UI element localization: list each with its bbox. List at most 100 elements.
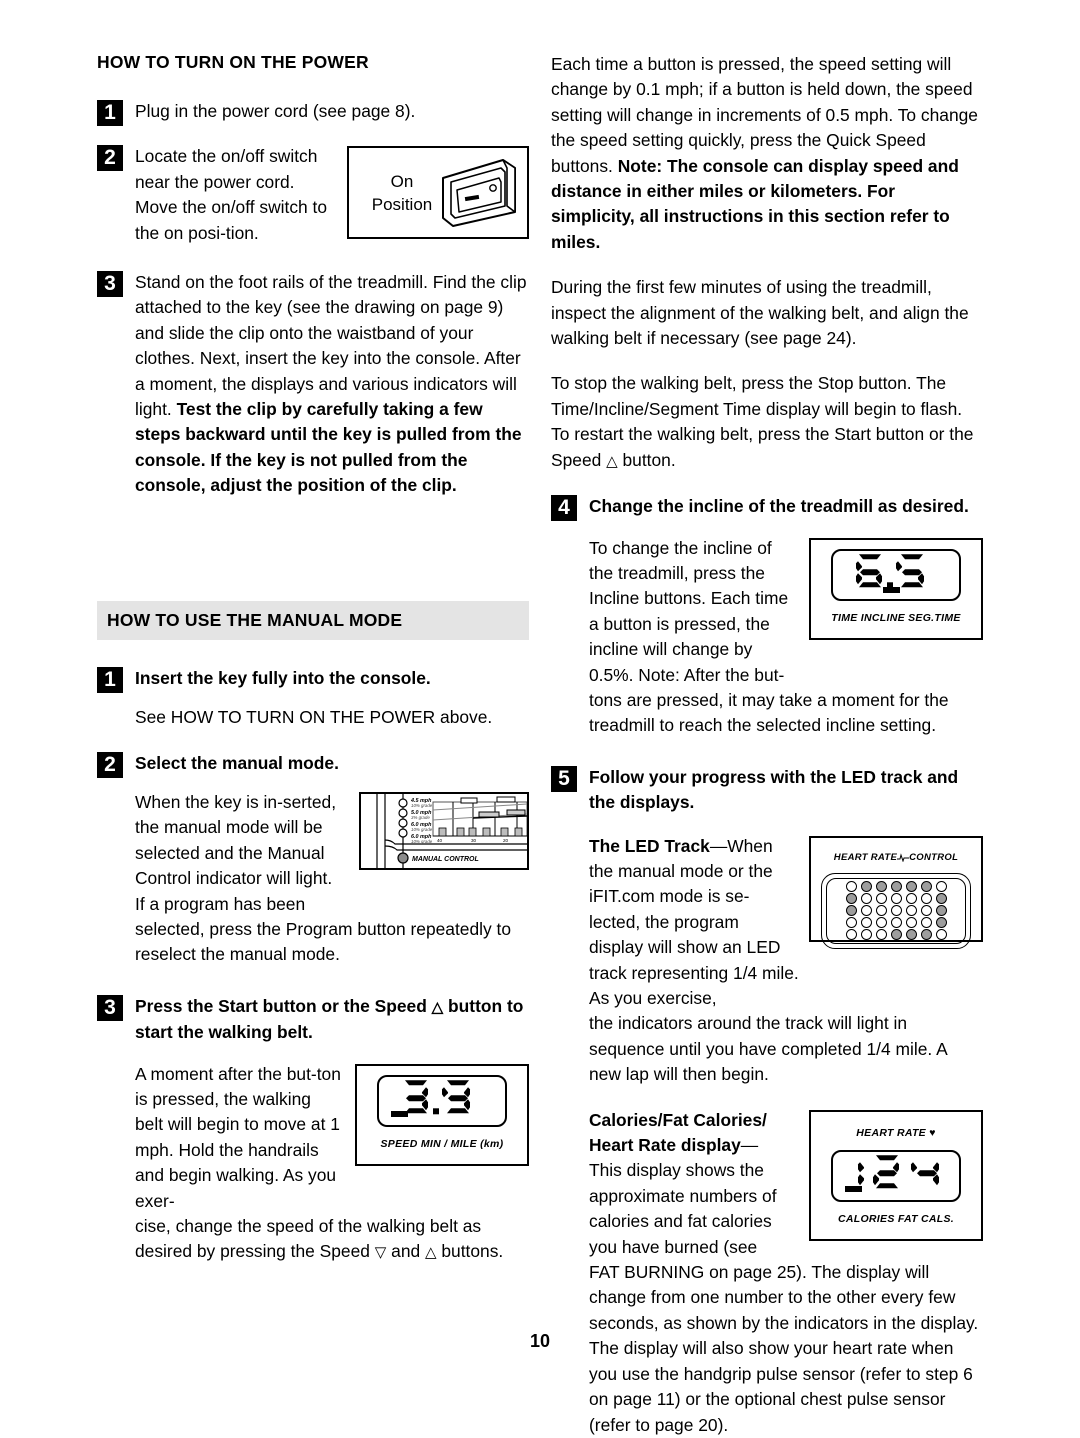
led-dot-on [845, 893, 857, 905]
step-heading: Select the manual mode. [135, 752, 339, 773]
calorie-bold-lead-line2: Heart Rate display [589, 1135, 741, 1156]
led-dot-off [875, 917, 887, 929]
step-text-wrap: A moment after the but-ton is pressed, t… [135, 1063, 341, 1211]
led-dot-on [905, 881, 917, 893]
step-heading: Press the Start button or the Speed △ bu… [135, 994, 529, 1046]
svg-text:40: 40 [437, 838, 443, 843]
led-dot-on [905, 929, 917, 941]
led-block-bold-lead: The LED Track [589, 835, 710, 856]
step-text-after: cise, change the speed of the walking be… [135, 1214, 529, 1266]
lcd-window [377, 1074, 507, 1127]
switch-label-line1: On [390, 172, 414, 192]
step-text-wrapper: Select the manual mode. 4.5 mph 10% grad… [135, 751, 529, 968]
em-dash: — [709, 835, 728, 856]
led-dot-off [920, 905, 932, 917]
page-number: 10 [529, 1331, 551, 1351]
svg-text:10% grade: 10% grade [411, 803, 433, 808]
led-dot-off [905, 905, 917, 917]
led-dot-off [890, 905, 902, 917]
led-dot-on [935, 917, 947, 929]
led-dot-on [845, 905, 857, 917]
led-dot-off [860, 893, 872, 905]
lcd-window [831, 1150, 961, 1203]
led-dot-off [845, 881, 857, 893]
led-track-figure: HEART RATE CONTROL [809, 835, 983, 949]
step-badge: 1 [97, 666, 123, 693]
step-text: See HOW TO TURN ON THE POWER above. [135, 707, 493, 728]
on-position-switch-figure: On Position [347, 146, 529, 240]
step-text: Plug in the power cord (see page 8). [135, 101, 416, 121]
step-right-4: 4 Change the incline of the treadmill as… [551, 494, 983, 739]
seven-segment-6-5 [856, 553, 924, 588]
heart-rate-display-figure: HEART RATE ♥ CALORIES FAT CALS. [809, 1109, 983, 1242]
console-illustration: 4.5 mph 10% grade 5.0 mph 3% grade 6.0 m… [361, 793, 527, 868]
led-dot-on [920, 881, 932, 893]
led-track-inner-bezel [826, 877, 966, 944]
led-track-text-wrap: The LED Track—When the manual mode or th… [589, 834, 799, 1012]
led-dot-off [875, 893, 887, 905]
led-dot-off [920, 893, 932, 905]
led-dot-off [920, 917, 932, 929]
document-page: HOW TO TURN ON THE POWER 1 Plug in the p… [0, 0, 1080, 1435]
incline-display-caption: TIME INCLINE SEG.TIME [831, 611, 961, 624]
step-text-wrapper: Stand on the foot rails of the treadmill… [135, 270, 529, 499]
switch-label-line2: Position [371, 195, 433, 215]
led-track-label: HEART RATE CONTROL [811, 845, 981, 870]
led-dot-on [935, 905, 947, 917]
step-text-after: selected, press the Program button repea… [135, 918, 512, 965]
heart-rate-value [833, 1152, 959, 1199]
step-text-wrapper: On Position Locate the on/off switch nea… [135, 144, 529, 246]
triangle-up-icon: △ [425, 1244, 437, 1262]
section-title-manual-mode: HOW TO USE THE MANUAL MODE [97, 600, 529, 640]
step-heading: Insert the key fully into the console. [135, 667, 431, 688]
seven-segment-124 [858, 1155, 939, 1189]
step-text-after-part3: buttons. [436, 1241, 504, 1262]
step-heading: Follow your progress with the LED track … [589, 766, 959, 813]
speed-value [379, 1077, 505, 1124]
led-dot-off [845, 929, 857, 941]
speed-display-figure: SPEED MIN / MILE (km) [355, 1063, 529, 1166]
step-text: Locate the on/off switch near the power … [135, 146, 328, 243]
step-heading-part1: Press the Start button or the Speed [135, 995, 432, 1016]
em-dash: — [740, 1135, 759, 1156]
lcd-window [831, 548, 961, 601]
led-dot-on [860, 881, 872, 893]
step-text-after: tons are pressed, it may take a moment f… [589, 689, 949, 736]
led-track-label-text: HEART RATE [833, 851, 898, 863]
step-heading: Change the incline of the treadmill as d… [589, 496, 969, 517]
left-column: HOW TO TURN ON THE POWER 1 Plug in the p… [97, 52, 529, 1266]
led-dot-off [860, 929, 872, 941]
switch-label: On Position [363, 170, 441, 216]
led-dot-on [875, 881, 887, 893]
svg-text:3% grade: 3% grade [411, 815, 430, 820]
led-block-text-wrap: When the manual mode or the iFIT.com mod… [589, 835, 799, 1008]
led-dot-on [890, 881, 902, 893]
step-badge: 3 [97, 271, 123, 298]
step-manual-3: 3 Press the Start button or the Speed △ … [97, 994, 529, 1266]
led-dot-off [845, 917, 857, 929]
step-power-2: 2 On Position Locate the on/off switch n… [97, 144, 529, 246]
heart-rate-top-label: HEART RATE ♥ [811, 1121, 981, 1146]
step-text-after-part2: and [386, 1241, 425, 1262]
led-dot-off [905, 917, 917, 929]
led-dot-off [860, 905, 872, 917]
heart-rate-display-caption: CALORIES FAT CALS. [837, 1213, 955, 1226]
svg-text:10% grade: 10% grade [411, 827, 433, 832]
manual-control-console-figure: 4.5 mph 10% grade 5.0 mph 3% grade 6.0 m… [359, 791, 529, 870]
heart-rate-label-text: HEART RATE [856, 1126, 926, 1139]
heart-icon: ♥ [929, 1126, 936, 1139]
step-badge: 2 [97, 751, 123, 778]
right-column: Each time a button is pressed, the speed… [551, 52, 983, 1438]
paragraph-belt-alignment: During the first few minutes of using th… [551, 277, 969, 349]
step-badge: 4 [551, 495, 577, 522]
led-dot-on [890, 929, 902, 941]
led-dot-on [920, 929, 932, 941]
step-text-bold: Test the clip by carefully taking a few … [135, 399, 522, 496]
led-dot-off [935, 929, 947, 941]
step-power-1: 1 Plug in the power cord (see page 8). [97, 99, 529, 126]
step-badge: 3 [97, 994, 123, 1021]
led-block-text-after: the indicators around the track will lig… [589, 1013, 947, 1085]
step-text-wrapper: Insert the key fully into the console. S… [135, 666, 529, 731]
led-dot-off [905, 893, 917, 905]
